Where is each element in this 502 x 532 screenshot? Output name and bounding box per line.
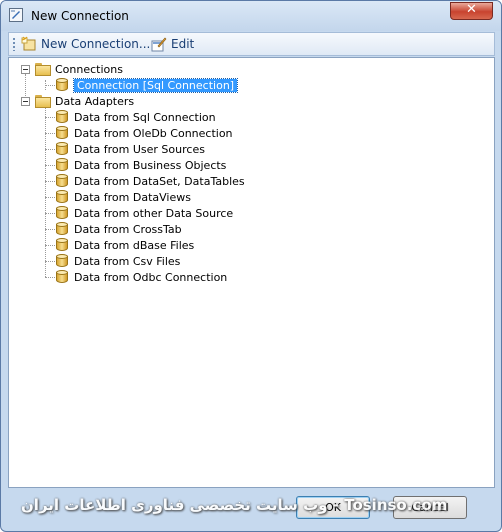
close-button[interactable]: ✕ <box>450 2 493 20</box>
tree-node-label: Data from User Sources <box>74 142 205 156</box>
tree-line <box>45 85 55 86</box>
tree-node-dataset-datatables[interactable]: Data from DataSet, DataTables <box>56 173 245 189</box>
tree-node-label: Data from Csv Files <box>74 254 181 268</box>
database-icon <box>56 142 68 156</box>
new-connection-dialog: New Connection ✕ New Connection... Edit … <box>0 0 502 532</box>
form-icon <box>9 8 23 22</box>
tree-node-data-adapters[interactable]: Data Adapters <box>35 93 134 109</box>
tree-node-business-objects[interactable]: Data from Business Objects <box>56 157 226 173</box>
tree-node-label: Data from dBase Files <box>74 238 195 252</box>
close-icon: ✕ <box>466 2 477 17</box>
tree-node-label: Connections <box>55 62 123 76</box>
title-bar[interactable]: New Connection ✕ <box>1 1 501 31</box>
tree-node-user-sources[interactable]: Data from User Sources <box>56 141 205 157</box>
tree-line <box>45 277 55 278</box>
tree-line <box>45 106 46 277</box>
edit-label: Edit <box>171 37 195 51</box>
tree-node-label: Data from Odbc Connection <box>74 270 228 284</box>
database-icon <box>56 222 68 236</box>
tree-line <box>45 149 55 150</box>
toolbar-grip[interactable] <box>13 38 15 51</box>
database-icon <box>56 206 68 220</box>
database-icon <box>56 238 68 252</box>
toolbar: New Connection... Edit <box>8 32 495 56</box>
tree-node-other-data-source[interactable]: Data from other Data Source <box>56 205 233 221</box>
edit-icon <box>151 36 167 52</box>
tree-node-label: Data from OleDb Connection <box>74 126 233 140</box>
tree-node-label: Data from DataSet, DataTables <box>74 174 245 188</box>
database-icon <box>56 190 68 204</box>
new-connection-label: New Connection... <box>41 37 151 51</box>
database-icon <box>56 110 68 124</box>
tree-line <box>45 133 55 134</box>
tree-node-dbase-files[interactable]: Data from dBase Files <box>56 237 194 253</box>
tree-node-label: Data from CrossTab <box>74 222 182 236</box>
tree-node-sql-connection[interactable]: Data from Sql Connection <box>56 109 216 125</box>
tree-node-label: Data Adapters <box>55 94 135 108</box>
new-connection-button[interactable]: New Connection... <box>21 35 150 53</box>
folder-icon <box>35 62 51 76</box>
database-icon <box>56 174 68 188</box>
collapse-connections-icon[interactable] <box>21 65 30 74</box>
collapse-data-adapters-icon[interactable] <box>21 97 30 106</box>
tree-line <box>45 165 55 166</box>
tree-node-oledb-connection[interactable]: Data from OleDb Connection <box>56 125 233 141</box>
tree-line <box>45 117 55 118</box>
new-connection-icon <box>21 36 37 52</box>
database-icon <box>56 158 68 172</box>
folder-icon <box>35 94 51 108</box>
tree-node-connection-sql[interactable]: Connection [Sql Connection] <box>56 77 239 93</box>
tree-node-dataviews[interactable]: Data from DataViews <box>56 189 191 205</box>
tree-node-connections[interactable]: Connections <box>35 61 123 77</box>
tree-node-label: Connection [Sql Connection] <box>72 77 239 93</box>
tree-node-label: Data from other Data Source <box>74 206 234 220</box>
tree-node-label: Data from DataViews <box>74 190 191 204</box>
tree-node-csv-files[interactable]: Data from Csv Files <box>56 253 180 269</box>
tree-node-odbc-connection[interactable]: Data from Odbc Connection <box>56 269 227 285</box>
connection-tree[interactable]: Connections Connection [Sql Connection] … <box>8 57 495 488</box>
tree-node-label: Data from Business Objects <box>74 158 227 172</box>
tree-line <box>45 229 55 230</box>
window-title: New Connection <box>31 9 129 23</box>
database-icon <box>56 270 68 284</box>
watermark-text: وب سایت تخصصی فناوری اطلاعات ایران - Tos… <box>21 496 448 514</box>
tree-node-label: Data from Sql Connection <box>74 110 216 124</box>
database-icon <box>56 78 68 92</box>
tree-line <box>45 261 55 262</box>
database-icon <box>56 254 68 268</box>
tree-line <box>45 245 55 246</box>
tree-line <box>45 197 55 198</box>
tree-node-crosstab[interactable]: Data from CrossTab <box>56 221 182 237</box>
database-icon <box>56 126 68 140</box>
tree-line <box>45 181 55 182</box>
tree-line <box>45 213 55 214</box>
edit-button[interactable]: Edit <box>151 35 194 53</box>
